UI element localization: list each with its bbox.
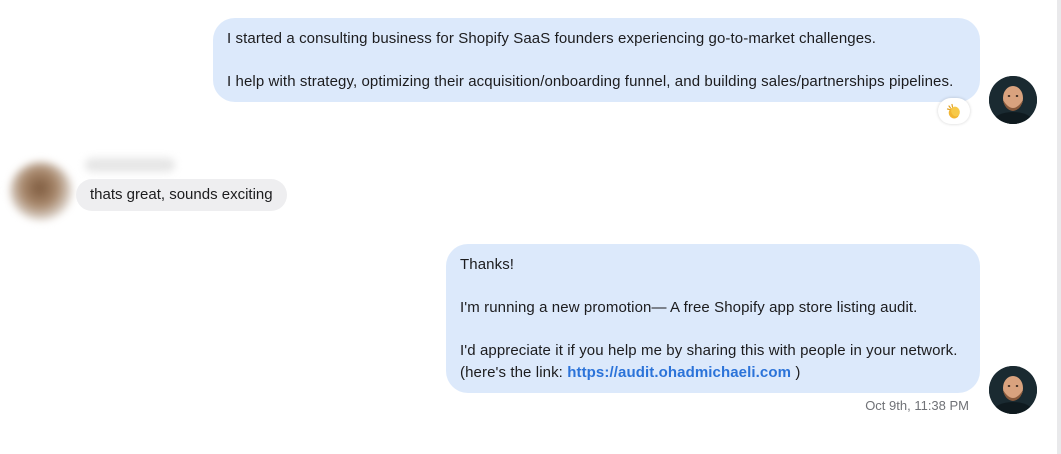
scrollbar[interactable] — [1057, 0, 1061, 454]
incoming-message-bubble: thats great, sounds exciting — [76, 179, 287, 211]
message-paragraph: I'd appreciate it if you help me by shar… — [460, 342, 958, 359]
message-paragraph: Thanks! — [460, 256, 515, 273]
outgoing-message-bubble: Thanks! I'm running a new promotion— A f… — [446, 244, 980, 393]
user-avatar[interactable] — [989, 366, 1037, 414]
message-paragraph: I help with strategy, optimizing their a… — [227, 73, 954, 90]
link-prefix: (here's the link: — [460, 363, 568, 381]
clapping-hands-icon — [946, 103, 960, 119]
user-avatar[interactable] — [989, 76, 1037, 124]
link-suffix: ) — [791, 363, 801, 381]
contact-name-blurred — [85, 158, 175, 172]
reaction-badge[interactable] — [938, 98, 970, 124]
contact-avatar[interactable] — [10, 162, 72, 220]
avatar-photo — [989, 366, 1037, 414]
message-paragraph: I'm running a new promotion— A free Shop… — [460, 299, 918, 316]
message-timestamp: Oct 9th, 11:38 PM — [865, 398, 969, 413]
outgoing-message-bubble: I started a consulting business for Shop… — [213, 18, 980, 102]
message-link-line: (here's the link: https://audit.ohadmich… — [460, 362, 966, 384]
message-text: thats great, sounds exciting — [90, 186, 273, 203]
audit-link[interactable]: https://audit.ohadmichaeli.com — [567, 364, 791, 381]
avatar-photo — [989, 76, 1037, 124]
message-paragraph: I started a consulting business for Shop… — [227, 30, 877, 47]
